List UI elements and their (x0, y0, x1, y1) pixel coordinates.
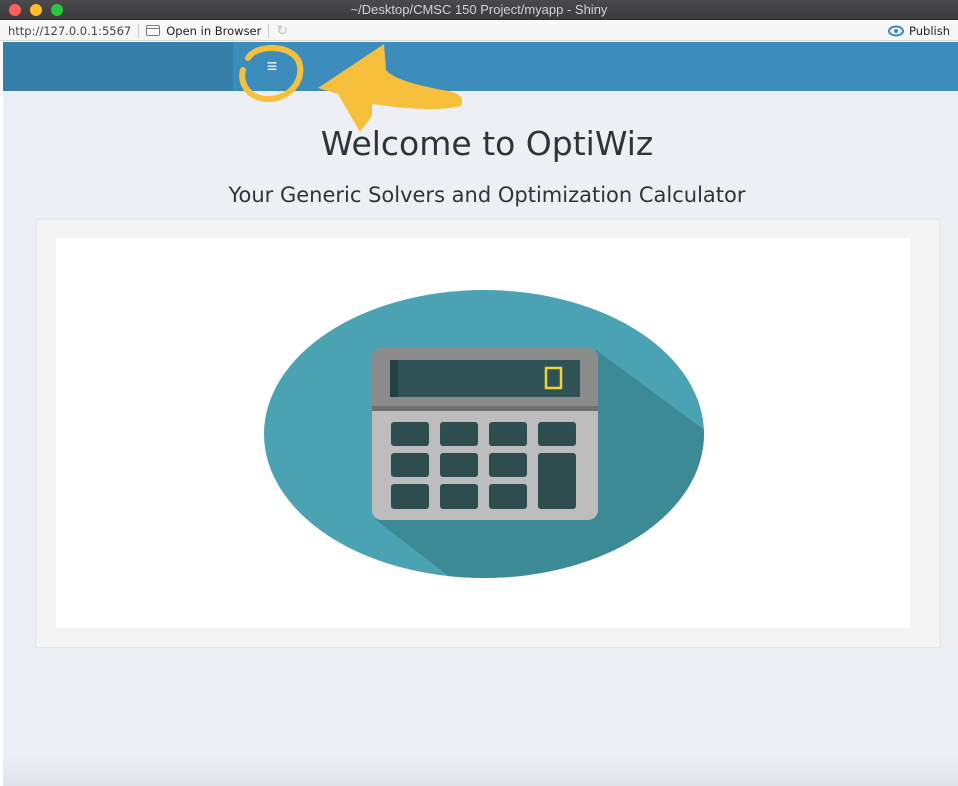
browser-window-icon (146, 25, 161, 36)
page-subtitle: Your Generic Solvers and Optimization Ca… (228, 183, 746, 207)
viewer-toolbar: http://127.0.0.1:5567 Open in Browser ↻ … (0, 21, 958, 41)
main-content: Welcome to OptiWiz Your Generic Solvers … (3, 91, 958, 786)
dashboard-header: ≡ (3, 42, 958, 91)
minimize-window-button[interactable] (30, 4, 42, 16)
sidebar-toggle-button[interactable]: ≡ (257, 52, 287, 80)
window-title-bar: ~/Desktop/CMSC 150 Project/myapp - Shiny (0, 0, 958, 20)
open-in-browser-button[interactable]: Open in Browser (146, 24, 261, 38)
refresh-icon[interactable]: ↻ (276, 22, 288, 39)
close-window-button[interactable] (9, 4, 21, 16)
page-title: Welcome to OptiWiz (320, 124, 654, 163)
maximize-window-button[interactable] (51, 4, 63, 16)
open-in-browser-label: Open in Browser (166, 23, 262, 38)
publish-icon (888, 25, 904, 37)
toolbar-divider (268, 23, 270, 38)
publish-label: Publish (909, 24, 950, 38)
calculator-icon (264, 290, 704, 578)
url-field[interactable]: http://127.0.0.1:5567 (0, 24, 131, 38)
image-panel (56, 238, 910, 628)
logo-area (3, 42, 233, 91)
window-title: ~/Desktop/CMSC 150 Project/myapp - Shiny (350, 2, 608, 17)
publish-button[interactable]: Publish (888, 21, 950, 41)
toolbar-divider (138, 23, 140, 38)
image-box (35, 219, 941, 648)
hamburger-menu-icon: ≡ (266, 55, 278, 76)
content-fade (3, 756, 958, 786)
